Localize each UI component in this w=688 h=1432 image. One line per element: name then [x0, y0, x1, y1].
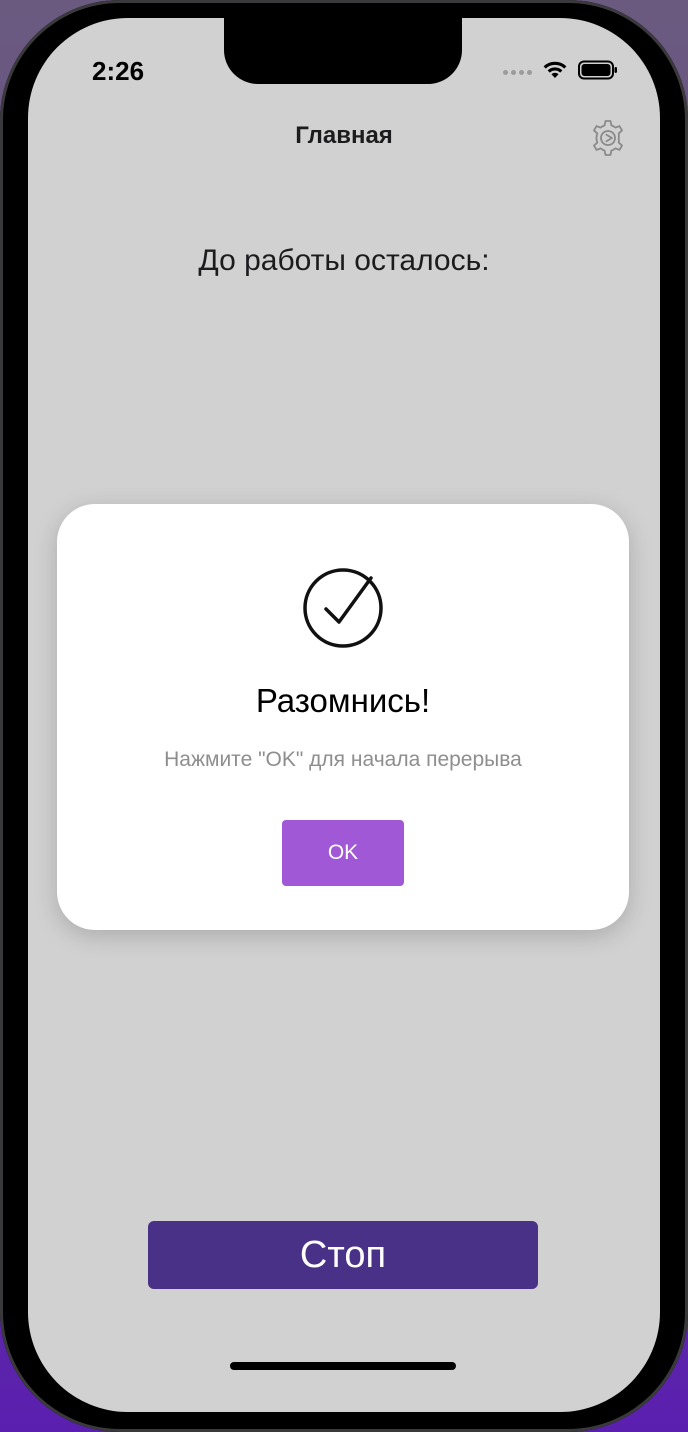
- stop-button[interactable]: Стоп: [148, 1221, 538, 1289]
- status-icons: [503, 58, 618, 82]
- wifi-icon: [543, 61, 567, 78]
- battery-icon: [578, 60, 617, 80]
- home-indicator[interactable]: [230, 1362, 456, 1370]
- ok-button[interactable]: OK: [282, 820, 404, 886]
- status-time: 2:26: [92, 56, 145, 86]
- app-screen: 2:26 Главная До работы осталось: Разомни…: [28, 18, 660, 1412]
- gear-icon: [593, 120, 623, 156]
- settings-button[interactable]: [588, 118, 628, 158]
- signal-dots-icon: [503, 65, 532, 75]
- dialog-message: Нажмите "OK" для начала перерыва: [164, 748, 522, 771]
- page-title: Главная: [295, 122, 393, 149]
- countdown-label: До работы осталось:: [198, 244, 490, 277]
- dialog-title: Разомнись!: [255, 682, 431, 719]
- device-notch: [224, 18, 462, 84]
- break-alert-dialog: Разомнись! Нажмите "OK" для начала перер…: [57, 504, 629, 930]
- phone-frame: 2:26 Главная До работы осталось: Разомни…: [0, 0, 688, 1432]
- checkmark-circle-icon: [303, 568, 383, 648]
